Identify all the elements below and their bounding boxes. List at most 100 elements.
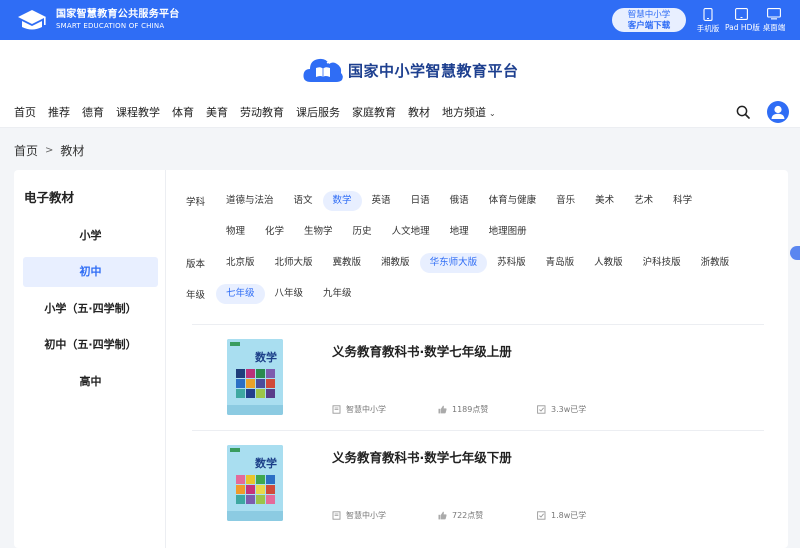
desktop-version-link[interactable]: 桌面端 [758,8,790,33]
subject-option[interactable]: 音乐 [546,191,585,211]
textbook-learned: 1.8w已学 [537,510,586,521]
top-bar: 国家智慧教育公共服务平台 SMART EDUCATION OF CHINA 智慧… [0,0,800,40]
nav-textbooks[interactable]: 教材 [408,104,430,120]
textbook-card[interactable]: 数学 义务教育教科书·数学七年级下册 智慧中小学 722点赞 1.8w已学 [192,430,764,536]
nav-sports[interactable]: 体育 [172,104,194,120]
sidebar-title: 电子教材 [24,190,75,205]
textbook-likes-count: 722点赞 [452,511,484,520]
subject-option[interactable]: 日语 [401,191,440,211]
edition-option[interactable]: 沪科技版 [633,253,691,273]
edition-option[interactable]: 北师大版 [265,253,323,273]
nav-local-channel[interactable]: 地方频道 ⌄ [442,104,496,120]
math-textbook-cover-image: 数学 [227,445,283,521]
textbook-cover[interactable]: 数学 [227,339,283,415]
sidebar-item-primary[interactable]: 小学 [23,221,158,251]
textbook-learned: 3.3w已学 [537,404,586,415]
user-icon [771,105,785,119]
edition-option-selected[interactable]: 华东师大版 [419,253,488,273]
site-title: 国家中小学智慧教育平台 [348,61,519,80]
breadcrumb: 首页 > 教材 [14,142,84,159]
edition-option[interactable]: 浙教版 [691,253,740,273]
subject-option-selected[interactable]: 数学 [322,191,362,211]
nav-course-teaching[interactable]: 课程教学 [116,104,160,120]
subject-option[interactable]: 生物学 [294,222,343,242]
subject-option[interactable]: 艺术 [624,191,663,211]
textbook-likes[interactable]: 1189点赞 [438,404,488,415]
textbook-title[interactable]: 义务教育教科书·数学七年级下册 [332,447,512,466]
edition-filter-label: 版本 [186,259,206,270]
edition-option[interactable]: 北京版 [216,253,265,273]
subject-option[interactable]: 人文地理 [382,222,440,242]
brand-name-en: SMART EDUCATION OF CHINA [56,22,165,30]
subject-option[interactable]: 美术 [585,191,624,211]
pad-version-link[interactable]: Pad HD版 [725,8,760,33]
math-textbook-cover-image: 数学 [227,339,283,415]
sidebar-item-primary-54[interactable]: 小学（五·四学制） [23,294,158,324]
subject-filter-row-2: 物理 化学 生物学 历史 人文地理 地理 地理图册 [186,222,537,242]
textbook-title[interactable]: 义务教育教科书·数学七年级上册 [332,341,512,360]
nav-family-education[interactable]: 家庭教育 [352,104,396,120]
subject-option[interactable]: 语文 [284,191,323,211]
sidebar-item-senior-high[interactable]: 高中 [23,367,158,397]
edition-option[interactable]: 湘教版 [371,253,420,273]
subject-option[interactable]: 科学 [663,191,702,211]
brand-name-cn: 国家智慧教育公共服务平台 [56,9,180,20]
subject-option[interactable]: 地理 [440,222,479,242]
textbook-learned-count: 1.8w已学 [551,511,587,520]
subject-option[interactable]: 俄语 [440,191,479,211]
client-download-line1: 智慧中小学 [627,10,671,20]
subject-filter-label: 学科 [186,197,206,208]
textbook-likes[interactable]: 722点赞 [438,510,483,521]
textbook-cover[interactable]: 数学 [227,445,283,521]
cloud-logo-icon [303,58,343,82]
textbook-panel: 电子教材 小学 初中 小学（五·四学制） 初中（五·四学制） 高中 学科 道德与… [14,170,788,548]
nav-home[interactable]: 首页 [14,104,36,120]
breadcrumb-home[interactable]: 首页 [14,142,38,159]
subject-option[interactable]: 历史 [343,222,382,242]
tablet-icon [734,8,748,20]
subject-option[interactable]: 英语 [362,191,401,211]
edition-option[interactable]: 苏科版 [487,253,536,273]
client-download-button[interactable]: 智慧中小学 客户端下载 [612,8,686,32]
subject-option[interactable]: 地理图册 [479,222,537,242]
edition-filter-row: 版本 北京版 北师大版 冀教版 湘教版 华东师大版 苏科版 青岛版 人教版 沪科… [186,253,739,273]
nav-labor-education[interactable]: 劳动教育 [240,104,284,120]
nav-recommend[interactable]: 推荐 [48,104,70,120]
grade-filter-label: 年级 [186,290,206,301]
grade-option-selected[interactable]: 七年级 [216,284,265,304]
subject-option[interactable]: 道德与法治 [216,191,284,211]
desktop-icon [767,8,781,20]
brand[interactable]: 国家智慧教育公共服务平台 SMART EDUCATION OF CHINA [14,7,180,33]
book-icon [332,405,341,414]
mobile-version-label: 手机版 [696,24,720,33]
mobile-version-link[interactable]: 手机版 [692,8,724,34]
edition-option[interactable]: 冀教版 [323,253,372,273]
subject-option[interactable]: 体育与健康 [479,191,547,211]
nav-after-school[interactable]: 课后服务 [296,104,340,120]
nav-moral-education[interactable]: 德育 [82,104,104,120]
grade-option[interactable]: 九年级 [313,284,362,304]
subject-option[interactable]: 物理 [216,222,255,242]
floating-side-handle[interactable] [790,246,800,260]
site-logo[interactable]: 国家中小学智慧教育平台 [302,55,519,85]
stage-sidebar: 电子教材 小学 初中 小学（五·四学制） 初中（五·四学制） 高中 [14,170,166,548]
breadcrumb-current: 教材 [60,144,85,158]
breadcrumb-separator: > [45,145,54,156]
edition-option[interactable]: 人教版 [584,253,633,273]
nav-local-channel-label: 地方频道 [442,106,486,119]
sidebar-item-junior-high[interactable]: 初中 [23,257,158,287]
site-header: 国家中小学智慧教育平台 首页 推荐 德育 课程教学 体育 美育 劳动教育 课后服… [0,40,800,128]
sidebar-item-junior-high-54[interactable]: 初中（五·四学制） [23,330,158,360]
search-icon[interactable] [736,105,750,119]
user-avatar[interactable] [767,101,789,123]
textbook-publisher: 智慧中小学 [332,510,386,521]
learned-icon [537,511,546,520]
desktop-version-label: 桌面端 [762,23,786,32]
grade-option[interactable]: 八年级 [265,284,314,304]
grade-filter-row: 年级 七年级 八年级 九年级 [186,284,362,304]
textbook-card[interactable]: 数学 义务教育教科书·数学七年级上册 智慧中小学 1189点赞 3.3w已学 [192,324,764,430]
edition-option[interactable]: 青岛版 [536,253,585,273]
nav-aesthetic[interactable]: 美育 [206,104,228,120]
textbook-learned-count: 3.3w已学 [551,405,587,414]
subject-option[interactable]: 化学 [255,222,294,242]
